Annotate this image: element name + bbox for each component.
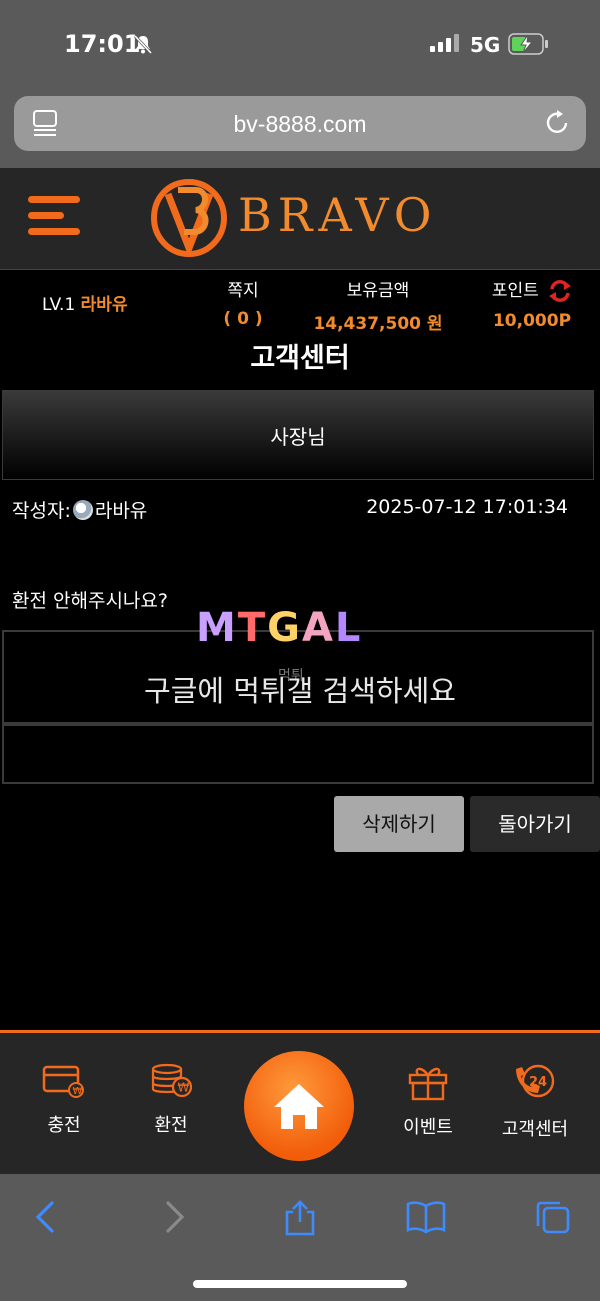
nav-charge[interactable]: ₩ 충전 — [9, 1063, 119, 1137]
reply-box-empty — [2, 724, 594, 784]
svg-text:₩: ₩ — [73, 1086, 83, 1097]
balance-value: 14,437,500 원 — [313, 314, 443, 334]
nav-support-label: 고객센터 — [501, 1119, 569, 1140]
battery-charging-icon — [508, 33, 548, 55]
notes-info[interactable]: 쪽지 ( 0 ) — [222, 276, 264, 329]
author-name: 라바유 — [94, 500, 148, 522]
support-24-icon: 24 — [516, 1064, 555, 1098]
balance-info: 보유금액 14,437,500 원 — [310, 276, 446, 334]
avatar — [72, 500, 93, 520]
points-label-wrap: 포인트 — [488, 276, 576, 303]
browser-url-area: bv-8888.com — [0, 90, 600, 168]
address-bar[interactable]: bv-8888.com — [14, 96, 586, 151]
forward-arrow-icon[interactable] — [164, 1200, 186, 1234]
delete-button[interactable]: 삭제하기 — [334, 796, 464, 852]
share-icon[interactable] — [284, 1200, 316, 1236]
author-label: 작성자: — [12, 500, 71, 522]
back-button[interactable]: 돌아가기 — [470, 796, 600, 852]
user-info-row: LV.1 라바유 쪽지 ( 0 ) 보유금액 14,437,500 원 포인트 … — [0, 270, 600, 334]
points-info: 포인트 10,000P — [488, 276, 576, 331]
post-author: 작성자: 라바유 — [12, 496, 147, 523]
site-header: BRAVO — [0, 168, 600, 270]
reload-icon[interactable] — [544, 109, 572, 137]
nav-event[interactable]: 이벤트 — [373, 1063, 483, 1139]
watermark-text: 구글에 먹튀갤 검색하세요 — [144, 674, 456, 708]
home-button[interactable] — [244, 1051, 354, 1161]
watermark-logo: MTGAL — [196, 605, 363, 651]
points-value: 10,000P — [492, 311, 572, 331]
nav-event-label: 이벤트 — [403, 1117, 453, 1138]
url-text[interactable]: bv-8888.com — [14, 111, 586, 138]
coins-icon: ₩ — [151, 1063, 193, 1098]
nav-exchange[interactable]: ₩ 환전 — [116, 1063, 226, 1137]
nav-charge-label: 충전 — [47, 1115, 81, 1136]
home-icon — [274, 1084, 324, 1129]
user-level: LV.1 라바유 — [42, 290, 128, 315]
user-name: 라바유 — [80, 295, 128, 315]
signal-icon — [430, 34, 459, 52]
tabs-icon[interactable] — [534, 1200, 572, 1236]
gift-icon — [408, 1067, 448, 1101]
safari-toolbar — [0, 1174, 600, 1301]
nav-exchange-label: 환전 — [154, 1115, 188, 1136]
level-label: LV.1 — [42, 295, 76, 315]
status-bar: 17:01 5G — [0, 0, 600, 90]
back-arrow-icon[interactable] — [34, 1200, 56, 1234]
points-label: 포인트 — [491, 281, 539, 301]
svg-text:₩: ₩ — [178, 1081, 190, 1095]
refresh-icon[interactable] — [548, 279, 572, 303]
wallet-icon: ₩ — [42, 1065, 84, 1098]
logo-text[interactable]: BRAVO — [238, 188, 438, 242]
page-title: 고객센터 — [250, 343, 350, 374]
hamburger-menu-icon[interactable] — [28, 196, 80, 238]
bottom-nav: ₩ 충전 ₩ 환전 이벤트 24 고객센터 — [0, 1030, 600, 1174]
notes-value: ( 0 ) — [223, 309, 263, 329]
post-title: 사장님 — [270, 425, 326, 449]
home-indicator — [193, 1280, 407, 1288]
post-date: 2025-07-12 17:01:34 — [366, 496, 568, 518]
post-body: 환전 안해주시나요? — [12, 590, 168, 612]
status-time: 17:01 — [64, 30, 141, 58]
network-label: 5G — [470, 33, 501, 57]
nav-support[interactable]: 24 고객센터 — [480, 1063, 590, 1141]
notes-label: 쪽지 — [227, 281, 259, 301]
bravo-logo-mark[interactable] — [150, 178, 228, 258]
balance-label: 보유금액 — [346, 281, 410, 301]
bookmarks-icon[interactable] — [406, 1200, 446, 1234]
post-title-box: 사장님 — [2, 390, 594, 480]
bell-slash-icon — [133, 34, 153, 55]
